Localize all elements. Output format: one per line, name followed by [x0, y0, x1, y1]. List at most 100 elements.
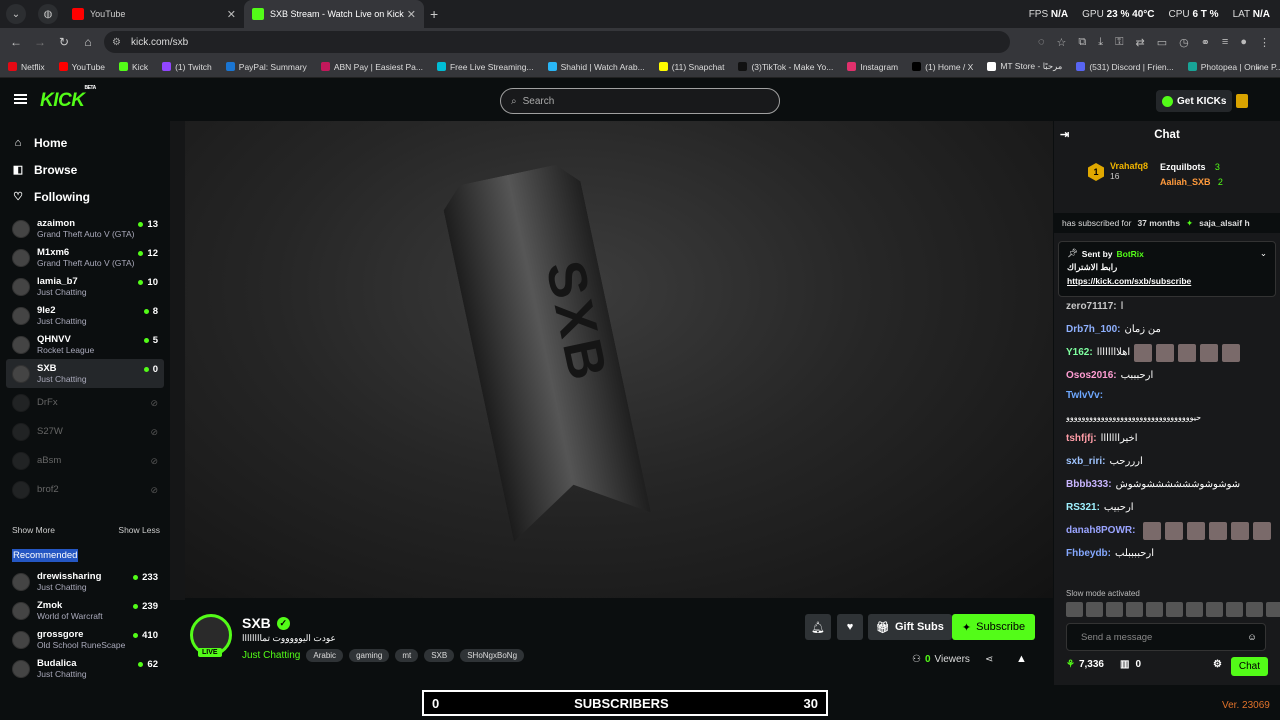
- unpin-icon[interactable]: ⌄: [1260, 248, 1267, 259]
- bookmark-item[interactable]: (531) Discord | Frien...: [1076, 62, 1174, 72]
- channel-item[interactable]: drewissharing Just Chatting 233: [6, 567, 164, 596]
- share-icon[interactable]: ⋖: [985, 654, 993, 665]
- channel-item[interactable]: M1xm6 Grand Theft Auto V (GTA) 12: [6, 243, 164, 272]
- bookmark-item[interactable]: Kick: [119, 62, 148, 72]
- bookmark-item[interactable]: ABN Pay | Easiest Pa...: [320, 62, 423, 72]
- bookmark-item[interactable]: (11) Snapchat: [658, 62, 724, 72]
- show-more-button[interactable]: Show More: [12, 525, 55, 535]
- get-kicks-button[interactable]: Get KICKs: [1156, 90, 1233, 112]
- password-icon[interactable]: ⚿: [1115, 36, 1123, 49]
- bookmark-item[interactable]: Free Live Streaming...: [436, 62, 534, 72]
- leader-3[interactable]: Aaliah_SXB 2: [1160, 174, 1223, 188]
- gift-subs-button[interactable]: 🎁︎ Gift Subs: [868, 614, 952, 640]
- emote-shortcut-icon[interactable]: [1066, 602, 1083, 617]
- pinned-link[interactable]: https://kick.com/sxb/subscribe: [1067, 276, 1267, 286]
- tag-pill[interactable]: SXB: [424, 649, 455, 662]
- tag-pill[interactable]: SHoNgxBoNg: [460, 649, 525, 662]
- bookmark-item[interactable]: Shahid | Watch Arab...: [547, 62, 645, 72]
- chat-settings-icon[interactable]: ⚙: [1213, 659, 1222, 670]
- notification-bell-button[interactable]: 🔔︎: [805, 614, 831, 640]
- link-icon[interactable]: ⚭: [1201, 36, 1210, 49]
- points-count[interactable]: 7,336: [1079, 659, 1104, 670]
- bookmark-item[interactable]: (1) Twitch: [162, 62, 212, 72]
- kick-logo[interactable]: KICKBETA: [40, 85, 96, 112]
- eye-off-icon[interactable]: ◌: [1038, 36, 1045, 48]
- emote-shortcut-icon[interactable]: [1206, 602, 1223, 617]
- chat-username[interactable]: Drb7h_100:: [1066, 318, 1120, 341]
- emote-shortcut-icon[interactable]: [1266, 602, 1280, 617]
- send-message-input[interactable]: Send a message ☺: [1066, 623, 1266, 651]
- menu-icon[interactable]: ⋮: [1259, 36, 1270, 49]
- translate-icon[interactable]: ⇄: [1135, 36, 1144, 49]
- gifts-count[interactable]: 0: [1135, 659, 1141, 670]
- bookmark-item[interactable]: Netflix: [8, 62, 45, 72]
- bookmark-item[interactable]: (1) Home / X: [912, 62, 973, 72]
- bookmark-item[interactable]: YouTube: [58, 62, 105, 72]
- sidebar-item-browse[interactable]: ◧ Browse: [0, 156, 170, 183]
- site-info-icon[interactable]: ⚙: [112, 37, 121, 48]
- star-icon[interactable]: ☆: [1056, 36, 1066, 49]
- reading-list-icon[interactable]: ≡: [1222, 36, 1228, 48]
- chat-username[interactable]: Bbbb333:: [1066, 473, 1112, 496]
- chat-username[interactable]: danah8POWR:: [1066, 519, 1135, 542]
- chat-username[interactable]: Y162:: [1066, 341, 1093, 364]
- tab-youtube[interactable]: YouTube ✕: [64, 0, 244, 28]
- channel-item[interactable]: SXB Just Chatting 0: [6, 359, 164, 388]
- new-tab-button[interactable]: +: [430, 6, 438, 22]
- emote-shortcut-icon[interactable]: [1106, 602, 1123, 617]
- tag-pill[interactable]: Arabic: [306, 649, 344, 662]
- card-icon[interactable]: ▭: [1157, 36, 1167, 49]
- profile-icon[interactable]: ●: [1240, 36, 1247, 48]
- trophy-icon[interactable]: [1236, 94, 1248, 108]
- channel-item[interactable]: 9le2 Just Chatting 8: [6, 301, 164, 330]
- url-bar[interactable]: ⚙ kick.com/sxb: [104, 31, 1010, 53]
- tag-pill[interactable]: mt: [395, 649, 419, 662]
- emote-shortcut-icon[interactable]: [1186, 602, 1203, 617]
- offline-channel-item[interactable]: DrFx ⊘: [6, 388, 164, 417]
- emote-shortcut-icon[interactable]: [1086, 602, 1103, 617]
- home-browser-icon[interactable]: ⌂: [76, 35, 100, 49]
- chat-username[interactable]: zero71117:: [1066, 295, 1117, 318]
- offline-channel-item[interactable]: brof2 ⊘: [6, 475, 164, 504]
- tab-kick[interactable]: SXB Stream - Watch Live on Kick ✕: [244, 0, 424, 28]
- emoji-icon[interactable]: ☺: [1247, 632, 1257, 643]
- channel-item[interactable]: Budalica Just Chatting 62: [6, 654, 164, 683]
- channel-item[interactable]: lamia_b7 Just Chatting 10: [6, 272, 164, 301]
- emote-shortcut-icon[interactable]: [1126, 602, 1143, 617]
- back-icon[interactable]: ←: [4, 35, 28, 49]
- leader-2[interactable]: Ezquilbots 3: [1160, 159, 1220, 173]
- chat-send-button[interactable]: Chat: [1230, 657, 1268, 676]
- emote-shortcut-icon[interactable]: [1246, 602, 1263, 617]
- emote-shortcut-icon[interactable]: [1166, 602, 1183, 617]
- channel-item[interactable]: QHNVV Rocket League 5: [6, 330, 164, 359]
- chat-username[interactable]: tshfjfj:: [1066, 427, 1097, 450]
- chat-username[interactable]: RS321:: [1066, 496, 1100, 519]
- sidebar-item-home[interactable]: ⌂ Home: [0, 129, 170, 156]
- video-player[interactable]: SXB: [185, 121, 1053, 598]
- bookmark-item[interactable]: (3)TikTok - Make Yo...: [738, 62, 833, 72]
- collapse-chat-icon[interactable]: ⇥: [1060, 128, 1069, 141]
- offline-channel-item[interactable]: aBsm ⊘: [6, 446, 164, 475]
- bookmarks-overflow-icon[interactable]: »: [1255, 62, 1260, 72]
- bookmark-item[interactable]: Instagram: [847, 62, 898, 72]
- channel-name[interactable]: SXB ✓: [242, 615, 290, 631]
- offline-channel-item[interactable]: S27W ⊘: [6, 417, 164, 446]
- sidebar-item-following[interactable]: ♡ Following: [0, 183, 170, 210]
- close-tab-icon[interactable]: ✕: [227, 8, 236, 21]
- report-icon[interactable]: ▲: [1016, 653, 1027, 665]
- emote-shortcut-icon[interactable]: [1226, 602, 1243, 617]
- tag-pill[interactable]: gaming: [349, 649, 390, 662]
- chat-username[interactable]: TwlvVv:: [1066, 387, 1103, 405]
- chat-username[interactable]: Osos2016:: [1066, 364, 1117, 387]
- forward-icon[interactable]: →: [28, 35, 52, 49]
- channel-item[interactable]: Zmok World of Warcraft 239: [6, 596, 164, 625]
- extensions-icon[interactable]: ⧉: [1078, 36, 1086, 49]
- bookmark-item[interactable]: Photopea | Online P...: [1187, 62, 1280, 72]
- channel-item[interactable]: azaimon Grand Theft Auto V (GTA) 13: [6, 214, 164, 243]
- category-link[interactable]: Just Chatting: [242, 650, 300, 661]
- reload-icon[interactable]: ↻: [52, 35, 76, 49]
- chat-username[interactable]: Fhbeydb:: [1066, 542, 1111, 565]
- subscribe-button[interactable]: ✦ Subscribe: [952, 614, 1035, 640]
- channel-item[interactable]: grossgore Old School RuneScape 410: [6, 625, 164, 654]
- show-less-button[interactable]: Show Less: [118, 525, 160, 535]
